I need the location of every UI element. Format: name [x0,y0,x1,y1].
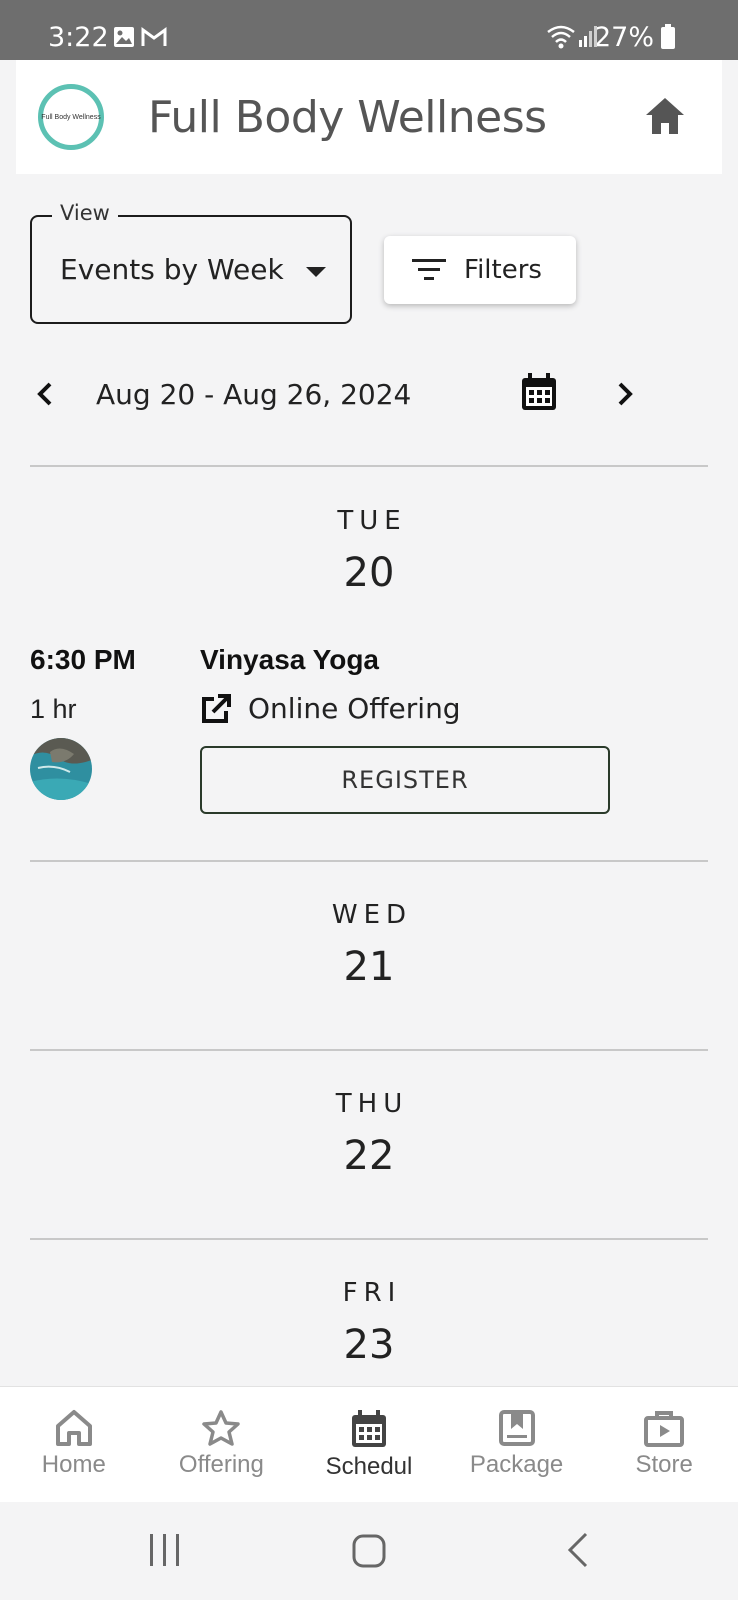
view-select[interactable]: View Events by Week [30,201,352,324]
view-select-label: View [52,201,118,225]
system-navigation-bar [0,1502,738,1600]
tab-package[interactable]: Package [443,1387,591,1502]
external-link-icon [202,693,231,723]
event-location: Online Offering [200,692,461,725]
battery-icon [661,24,675,49]
system-home-icon[interactable] [352,1534,386,1568]
store-icon [644,1411,685,1447]
logo-text: Full Body Wellness [41,113,101,121]
notification-icons [113,26,167,48]
calendar-icon [351,1410,386,1447]
day-header: THU 22 [0,1089,738,1179]
tab-label: Store [635,1451,693,1478]
event-name[interactable]: Vinyasa Yoga [200,644,379,676]
dropdown-arrow-icon [306,267,326,277]
image-notification-icon [114,27,134,47]
day-of-week: WED [331,900,413,930]
chevron-left-icon[interactable] [30,376,62,412]
battery-percent: 27% [593,22,654,53]
divider [30,860,708,862]
status-bar: 3:22 27% [0,0,738,60]
tab-label: Offering [178,1451,264,1478]
filters-label: Filters [464,255,542,285]
calendar-icon[interactable] [520,372,558,412]
week-navigation: Aug 20 - Aug 26, 2024 [0,370,738,420]
bottom-navigation: Home Offering Schedul Package Store [0,1386,738,1502]
signal-icon [579,26,597,47]
tab-label: Package [469,1451,564,1478]
day-header: WED 21 [0,900,738,990]
page-title: Full Body Wellness [148,92,547,143]
bookmark-icon [498,1410,535,1446]
gmail-icon [141,27,167,46]
day-number: 22 [343,1133,395,1179]
register-button[interactable]: REGISTER [200,746,610,814]
day-number: 23 [343,1322,395,1368]
day-number: 21 [343,944,395,990]
event-card: 6:30 PM 1 hr Vinyasa Yoga Online Offerin… [30,640,710,820]
tab-label: Schedul [325,1453,413,1480]
view-select-value: Events by Week [60,253,284,286]
recent-apps-icon[interactable] [148,1532,182,1568]
event-location-label: Online Offering [248,692,461,725]
day-of-week: THU [335,1089,409,1119]
status-time: 3:22 [48,22,109,53]
day-header: FRI 23 [0,1278,738,1368]
day-header: TUE 20 [0,506,738,596]
app-header: Full Body Wellness Full Body Wellness [16,60,722,174]
tab-store[interactable]: Store [590,1387,738,1502]
home-icon[interactable] [644,96,686,136]
wifi-icon [547,25,575,49]
divider [30,465,708,467]
divider [30,1238,708,1240]
event-time: 6:30 PM [30,644,136,675]
home-icon [55,1410,92,1446]
event-duration: 1 hr [30,694,77,724]
brand-logo: Full Body Wellness [38,84,104,150]
chevron-right-icon[interactable] [608,376,640,412]
tab-offering[interactable]: Offering [148,1387,296,1502]
day-of-week: TUE [337,506,407,536]
filter-icon [412,259,446,280]
back-icon[interactable] [566,1532,590,1568]
filters-button[interactable]: Filters [384,236,576,304]
avatar-image [30,738,92,800]
day-of-week: FRI [342,1278,402,1308]
star-icon [202,1410,241,1446]
day-number: 20 [343,550,395,596]
tab-label: Home [41,1451,106,1478]
divider [30,1049,708,1051]
tab-schedule[interactable]: Schedul [295,1387,443,1502]
week-range: Aug 20 - Aug 26, 2024 [96,378,412,411]
instructor-avatar [30,738,92,800]
tab-home[interactable]: Home [0,1387,148,1502]
